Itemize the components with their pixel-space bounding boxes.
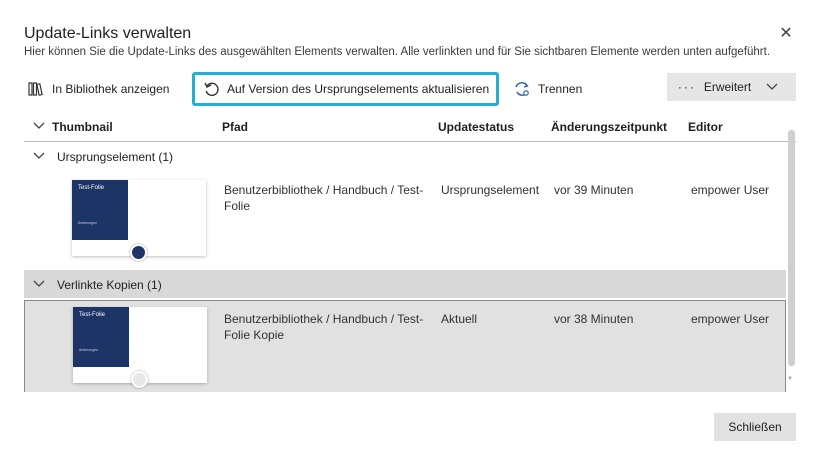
editor-cell: empower User [691,312,770,326]
chevron-down-icon [33,152,45,159]
path-cell: Benutzerbibliothek / Handbuch / Test- Fo… [224,182,434,214]
status-cell: Ursprungselement [441,183,540,197]
column-update-status[interactable]: Updatestatus [438,120,514,134]
more-dots-icon: ··· [677,80,696,94]
column-path[interactable]: Pfad [222,120,248,134]
group-header-origin[interactable]: Ursprungselement (1) [24,142,786,170]
update-to-origin-version-label: Auf Version des Ursprungselements aktual… [227,82,490,96]
editor-cell: empower User [691,183,770,197]
close-dialog-button[interactable]: Schließen [714,413,796,441]
group-label: Ursprungselement (1) [57,150,174,164]
column-thumbnail[interactable]: Thumbnail [52,120,113,134]
column-changed-at[interactable]: Änderungszeitpunkt [551,120,667,134]
path-line: Benutzerbibliothek / Handbuch / Test- [224,183,424,197]
separate-label: Trennen [538,82,583,96]
changed-cell: vor 38 Minuten [554,312,634,326]
path-cell: Benutzerbibliothek / Handbuch / Test- Fo… [224,311,434,343]
update-to-origin-version-button[interactable]: Auf Version des Ursprungselements aktual… [192,72,499,106]
unlink-sync-icon [515,82,529,96]
collapse-all-chevron-icon[interactable] [32,119,46,133]
slide-preview: Test-Folie Änderungen [72,180,128,240]
table-row-selected[interactable]: Test-Folie Änderungen Benutzerbibliothek… [24,300,786,392]
table-header: Thumbnail Pfad Updatestatus Änderungszei… [24,110,796,142]
dialog-subtitle: Hier können Sie die Update-Links des aus… [24,46,771,58]
advanced-menu-button[interactable]: ··· Erweitert [667,73,796,101]
path-line: Folie Kopie [224,328,285,342]
slide-preview: Test-Folie Änderungen [73,307,129,367]
slide-subtitle-text: Änderungen [79,348,99,352]
vertical-scrollbar[interactable]: ▼ [786,130,796,390]
library-books-icon [28,82,43,96]
column-editor[interactable]: Editor [688,120,723,134]
chevron-down-icon [33,280,45,287]
scroll-down-arrow-icon[interactable]: ▼ [787,376,793,382]
show-in-library-button[interactable]: In Bibliothek anzeigen [28,72,184,106]
group-header-linked-copies[interactable]: Verlinkte Kopien (1) [24,270,786,298]
separate-button[interactable]: Trennen [512,72,602,106]
slide-subtitle-text: Änderungen [78,221,98,225]
chevron-down-icon [766,83,778,90]
path-line: Benutzerbibliothek / Handbuch / Test- [224,312,424,326]
close-icon[interactable]: ✕ [778,26,794,42]
scrollbar-thumb[interactable] [788,130,795,366]
path-line: Folie [224,199,251,213]
show-in-library-label: In Bibliothek anzeigen [52,82,170,96]
manage-update-links-dialog: Update-Links verwalten ✕ Hier können Sie… [0,0,820,469]
slide-title-text: Test-Folie [78,185,105,191]
slide-thumbnail: Test-Folie Änderungen [73,307,207,388]
origin-badge-icon [130,244,147,261]
advanced-label: Erweitert [703,80,752,94]
links-table: Thumbnail Pfad Updatestatus Änderungszei… [24,110,796,392]
table-row[interactable]: Test-Folie Änderungen Benutzerbibliothek… [24,172,786,268]
status-cell: Aktuell [441,312,478,326]
link-badge-icon [131,371,148,388]
slide-thumbnail: Test-Folie Änderungen [72,180,206,261]
group-label: Verlinkte Kopien (1) [57,278,162,292]
changed-cell: vor 39 Minuten [554,183,634,197]
dialog-title: Update-Links verwalten [24,25,192,42]
slide-title-text: Test-Folie [79,312,106,318]
undo-refresh-icon [204,82,219,97]
